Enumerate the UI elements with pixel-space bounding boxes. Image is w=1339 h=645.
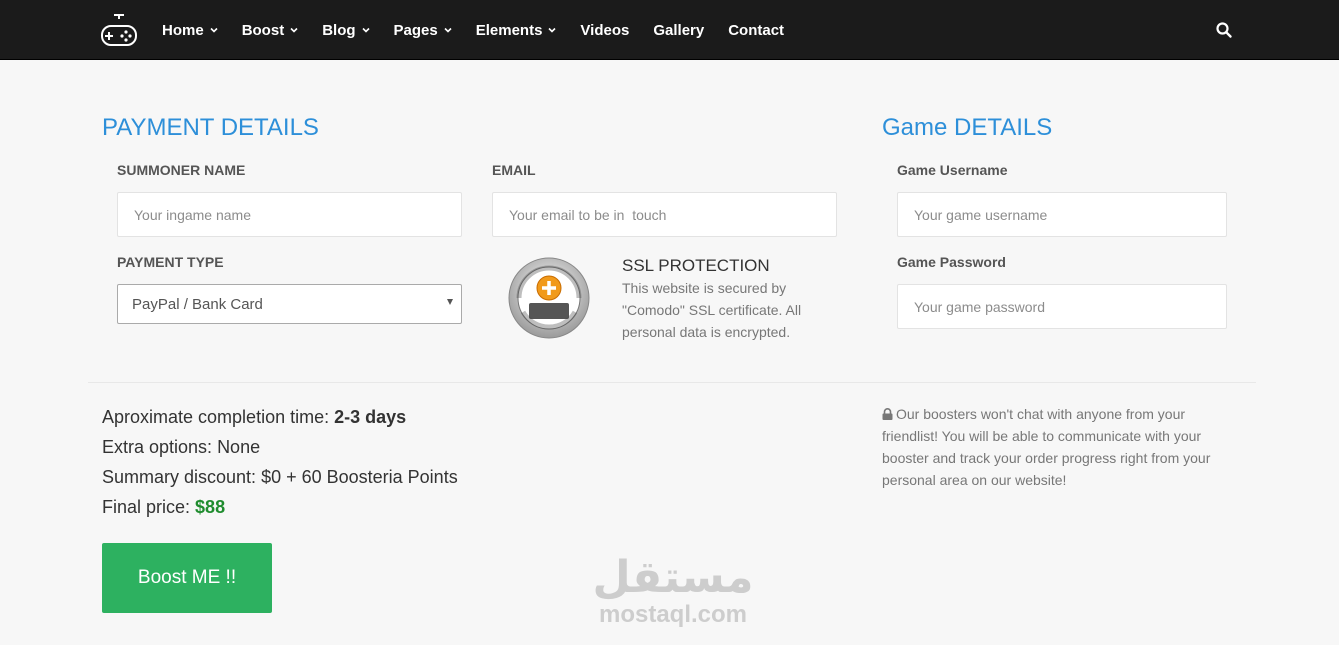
- section-divider: [88, 382, 1256, 383]
- booster-notice-text: Our boosters won't chat with anyone from…: [882, 406, 1211, 488]
- game-username-label: Game Username: [897, 162, 1008, 178]
- ssl-title: SSL PROTECTION: [622, 256, 770, 275]
- watermark-logo: مستقل mostaql.com: [588, 555, 758, 635]
- dropdown-arrow-icon: [447, 299, 453, 305]
- final-price-label: Final price:: [102, 497, 196, 517]
- completion-time-label: Aproximate completion time:: [102, 407, 335, 427]
- ssl-seal-icon: [508, 257, 590, 339]
- booster-notice: Our boosters won't chat with anyone from…: [882, 403, 1242, 491]
- lock-icon: [882, 408, 893, 420]
- email-input[interactable]: [492, 192, 837, 237]
- chevron-down-icon: [210, 27, 218, 33]
- final-price-value: $88: [195, 497, 226, 517]
- game-password-input[interactable]: [897, 284, 1227, 329]
- final-price: Final price: $88: [102, 497, 225, 518]
- nav-item-label: Contact: [728, 21, 785, 39]
- chevron-down-icon: [361, 27, 370, 33]
- summary-discount-label: Summary discount:: [102, 467, 262, 487]
- nav-item-blog[interactable]: Blog: [310, 22, 381, 39]
- chevron-down-icon: [548, 27, 556, 33]
- summary-discount: Summary discount: $0 + 60 Boosteria Poin…: [102, 467, 458, 488]
- nav-item-label: Elements: [475, 21, 543, 39]
- chevron-down-icon: [290, 27, 298, 33]
- nav-item-label: Pages: [393, 21, 438, 39]
- payment-type-value: PayPal / Bank Card: [132, 295, 263, 313]
- main-menu: Home Boost Blog Pages Elements Videos Ga…: [150, 0, 796, 60]
- extra-options-label: Extra options:: [102, 437, 218, 457]
- email-label: EMAIL: [492, 162, 536, 178]
- nav-item-home[interactable]: Home: [150, 22, 230, 39]
- gamepad-icon[interactable]: [100, 12, 138, 48]
- completion-time: Aproximate completion time: 2-3 days: [102, 407, 406, 428]
- extra-options: Extra options: None: [102, 437, 260, 458]
- nav-item-label: Gallery: [653, 21, 705, 39]
- nav-item-contact[interactable]: Contact: [716, 22, 796, 39]
- game-password-label: Game Password: [897, 254, 1006, 270]
- game-username-input[interactable]: [897, 192, 1227, 237]
- nav-item-elements[interactable]: Elements: [464, 22, 569, 39]
- game-details-title: Game DETAILS: [882, 114, 1053, 141]
- nav-item-label: Videos: [580, 21, 630, 39]
- extra-options-value: None: [217, 437, 261, 457]
- payment-details-title: PAYMENT DETAILS: [102, 114, 319, 141]
- nav-item-videos[interactable]: Videos: [568, 22, 641, 39]
- completion-time-value: 2-3 days: [334, 407, 407, 427]
- nav-item-gallery[interactable]: Gallery: [641, 22, 716, 39]
- nav-item-label: Boost: [241, 21, 285, 39]
- chevron-down-icon: [444, 27, 452, 33]
- nav-item-pages[interactable]: Pages: [382, 22, 464, 39]
- search-icon[interactable]: [1215, 21, 1233, 39]
- summary-discount-value: $0 + 60 Boosteria Points: [261, 467, 458, 487]
- nav-item-label: Home: [162, 21, 204, 39]
- payment-type-select[interactable]: PayPal / Bank Card: [117, 284, 462, 324]
- watermark-arabic: مستقل: [592, 552, 754, 603]
- ssl-description: This website is secured by "Comodo" SSL …: [622, 280, 802, 340]
- summoner-name-input[interactable]: [117, 192, 462, 237]
- nav-item-label: Blog: [322, 21, 356, 39]
- nav-item-boost[interactable]: Boost: [230, 22, 311, 39]
- watermark-latin: mostaql.com: [598, 601, 748, 628]
- payment-type-label: PAYMENT TYPE: [117, 254, 224, 270]
- boost-me-button[interactable]: Boost ME !!: [102, 543, 272, 613]
- top-navbar: Home Boost Blog Pages Elements Videos Ga…: [0, 0, 1339, 60]
- summoner-name-label: SUMMONER NAME: [117, 162, 246, 178]
